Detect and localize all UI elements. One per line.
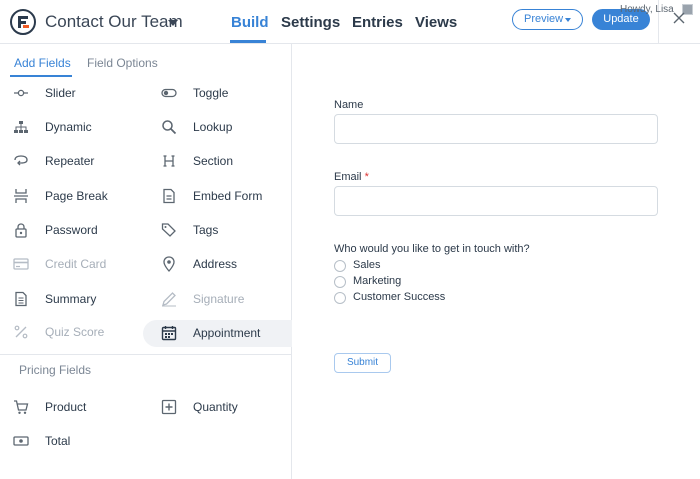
form-title[interactable]: Contact Our Team [45,12,183,32]
pricing-fields-heading: Pricing Fields [19,363,92,377]
field-label: Lookup [193,120,233,134]
field-label: Slider [45,86,76,100]
close-icon[interactable] [671,10,687,26]
name-label: Name [334,99,364,111]
calendar-icon [161,326,177,341]
field-label: Summary [45,292,97,306]
required-mark: * [364,171,369,183]
question-label: Who would you like to get in touch with? [334,243,530,255]
field-label: Total [45,434,71,448]
field-signature[interactable]: Signature [161,287,281,313]
field-label: Address [193,257,238,271]
active-subtab-indicator [10,75,72,77]
field-label: Quantity [193,400,238,414]
repeat-icon [14,155,28,166]
field-label: Tags [193,223,219,237]
field-label: Appointment [193,326,261,340]
radio-label: Sales [353,259,381,271]
magnifier-icon [162,120,177,135]
tags-icon [161,223,176,237]
divider [0,354,292,355]
field-slider[interactable]: Slider [13,81,133,107]
field-label: Password [45,223,98,237]
field-label: Page Break [45,189,108,203]
radio-button[interactable] [334,292,346,304]
radio-button[interactable] [334,260,346,272]
tab-settings[interactable]: Settings [281,14,340,31]
field-tags[interactable]: Tags [161,218,281,244]
radio-button[interactable] [334,276,346,288]
page-break-icon [14,189,28,203]
document-icon [163,188,175,204]
email-field[interactable] [334,186,658,216]
tab-entries[interactable]: Entries [352,14,403,31]
field-toggle[interactable]: Toggle [161,81,281,107]
field-label: Signature [193,292,245,306]
field-label: Section [193,154,234,168]
field-product[interactable]: Product [13,395,133,421]
summary-icon [15,291,27,307]
radio-option-customer-success[interactable]: Customer Success [334,291,474,307]
percent-icon [14,325,28,339]
preview-button[interactable]: Preview [512,9,583,30]
credit-card-icon [13,258,29,270]
field-dynamic[interactable]: Dynamic [13,115,133,141]
radio-option-marketing[interactable]: Marketing [334,275,454,291]
field-section[interactable]: Section [161,149,281,175]
tab-views[interactable]: Views [415,14,457,31]
field-label: Repeater [45,154,95,168]
slider-icon [14,89,28,97]
field-label: Credit Card [45,257,107,271]
chevron-down-icon [565,18,571,22]
email-label: Email * [334,171,369,183]
formidable-logo-icon[interactable] [10,9,36,35]
tab-add-fields[interactable]: Add Fields [14,56,71,70]
field-label: Embed Form [193,189,263,203]
field-quantity[interactable]: Quantity [161,395,281,421]
field-password[interactable]: Password [13,218,133,244]
email-label-text: Email [334,171,362,183]
map-pin-icon [163,256,175,272]
field-label: Dynamic [45,120,92,134]
name-field[interactable] [334,114,658,144]
field-sidebar: Add Fields Field Options Slider Toggle D… [0,44,292,479]
pen-icon [162,292,176,307]
form-canvas: Name Email * Who would you like to get i… [292,44,700,479]
field-repeater[interactable]: Repeater [13,149,133,175]
field-lookup[interactable]: Lookup [161,115,281,141]
preview-label: Preview [524,13,564,25]
active-tab-indicator [230,40,266,43]
field-quiz-score[interactable]: Quiz Score [13,320,133,346]
tab-build[interactable]: Build [231,14,269,31]
submit-button[interactable]: Submit [334,353,391,373]
cart-icon [14,400,29,414]
field-appointment[interactable]: Appointment [161,321,286,347]
toggle-icon [161,88,177,98]
field-page-break[interactable]: Page Break [13,184,133,210]
field-label: Quiz Score [45,325,105,339]
radio-option-sales[interactable]: Sales [334,259,454,275]
field-label: Toggle [193,86,229,100]
howdy-greeting[interactable]: Howdy, Lisa [620,4,674,15]
field-summary[interactable]: Summary [13,287,133,313]
sitemap-icon [14,121,28,133]
radio-label: Customer Success [353,291,446,303]
field-label: Product [45,400,87,414]
chevron-down-icon[interactable] [168,20,178,26]
heading-icon [163,155,175,167]
field-address[interactable]: Address [161,252,281,278]
top-bar: Contact Our Team Build Settings Entries … [0,0,700,44]
money-icon [13,436,29,446]
radio-label: Marketing [353,275,402,287]
field-embed-form[interactable]: Embed Form [161,184,281,210]
field-total[interactable]: Total [13,429,133,455]
plus-box-icon [161,399,177,415]
field-credit-card[interactable]: Credit Card [13,252,133,278]
tab-field-options[interactable]: Field Options [87,56,158,70]
lock-icon [15,223,27,238]
